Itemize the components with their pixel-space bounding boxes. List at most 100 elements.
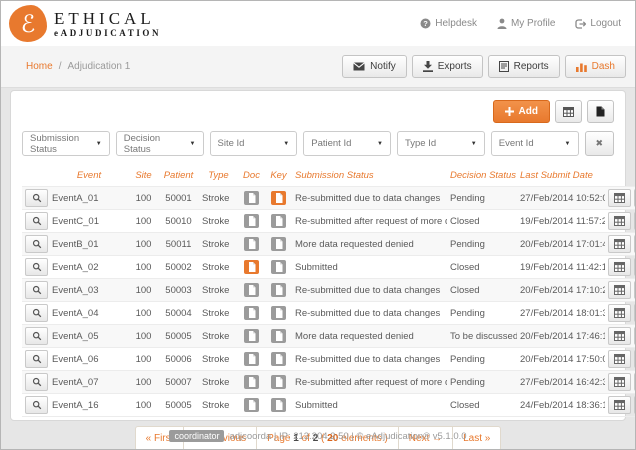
column-header-submission-status: Submission Status — [292, 166, 447, 187]
submission-status-cell: More data requested denied — [292, 324, 447, 348]
key-icon[interactable] — [271, 374, 286, 389]
view-event-button[interactable] — [25, 235, 48, 253]
exports-button[interactable]: Exports — [411, 55, 483, 78]
grid-icon — [614, 354, 625, 364]
breadcrumb-home-link[interactable]: Home — [26, 61, 53, 72]
view-event-button[interactable] — [25, 373, 48, 391]
add-button[interactable]: Add — [492, 100, 550, 123]
key-icon[interactable] — [271, 351, 286, 366]
event-details-button[interactable] — [608, 373, 631, 391]
event-details-button[interactable] — [608, 235, 631, 253]
view-event-button[interactable] — [25, 304, 48, 322]
header-link-helpdesk[interactable]: ? Helpdesk — [420, 18, 477, 29]
page-icon — [275, 238, 283, 249]
key-icon[interactable] — [271, 397, 286, 412]
role-badge: coordinator — [169, 430, 225, 442]
event-cell: EventB_01 — [49, 232, 129, 256]
decision-status-cell: Pending — [447, 370, 517, 394]
event-details-button[interactable] — [608, 304, 631, 322]
doc-icon[interactable] — [244, 213, 259, 228]
last-submit-date-cell: 27/Feb/2014 18:01:38 — [517, 301, 605, 325]
filter-select-patient-id[interactable]: Patient Id ▼ — [303, 131, 391, 156]
page-icon — [248, 238, 256, 249]
event-details-button[interactable] — [608, 350, 631, 368]
event-cell: EventA_04 — [49, 301, 129, 325]
event-details-button[interactable] — [608, 396, 631, 414]
clear-filters-button[interactable]: ✖ — [584, 131, 615, 156]
type-cell: Stroke — [199, 186, 238, 210]
event-details-button[interactable] — [608, 212, 631, 230]
event-details-button[interactable] — [608, 281, 631, 299]
patient-cell: 50006 — [158, 347, 199, 371]
doc-icon[interactable] — [244, 190, 259, 205]
column-header-decision-status: Decision Status — [447, 166, 517, 187]
page-icon — [275, 330, 283, 341]
submission-status-cell: Re-submitted due to data changes — [292, 347, 447, 371]
toolbar: Notify Exports Reports Dash — [342, 55, 626, 78]
event-details-button[interactable] — [608, 327, 631, 345]
magnifier-icon — [32, 216, 42, 226]
type-cell: Stroke — [199, 324, 238, 348]
key-icon[interactable] — [271, 328, 286, 343]
event-details-button[interactable] — [608, 258, 631, 276]
site-cell: 100 — [129, 347, 158, 371]
grid-icon — [614, 377, 625, 387]
site-cell: 100 — [129, 324, 158, 348]
decision-status-cell: Closed — [447, 255, 517, 279]
filter-select-type-id[interactable]: Type Id ▼ — [397, 131, 485, 156]
filter-select-site-id[interactable]: Site Id ▼ — [209, 131, 298, 156]
view-event-button[interactable] — [25, 396, 48, 414]
filter-label: Submission Status — [30, 132, 80, 155]
filter-select-submission-status[interactable]: Submission Status ▼ — [22, 131, 110, 156]
doc-icon[interactable] — [244, 328, 259, 343]
doc-icon[interactable] — [244, 305, 259, 320]
key-icon[interactable] — [271, 236, 286, 251]
filter-select-event-id[interactable]: Event Id ▼ — [490, 131, 579, 156]
magnifier-icon — [32, 400, 42, 410]
page-icon — [275, 192, 283, 203]
key-icon[interactable] — [271, 213, 286, 228]
doc-icon[interactable] — [244, 397, 259, 412]
file-export-button[interactable] — [587, 100, 614, 123]
file-icon — [596, 106, 605, 117]
dash-button[interactable]: Dash — [564, 55, 626, 78]
filter-label: Decision Status — [123, 132, 161, 155]
notify-button[interactable]: Notify — [342, 55, 407, 78]
filter-select-decision-status[interactable]: Decision Status ▼ — [115, 131, 204, 156]
view-event-button[interactable] — [25, 281, 48, 299]
header-link-my-profile[interactable]: My Profile — [497, 18, 555, 29]
key-icon[interactable] — [271, 190, 286, 205]
patient-cell: 50003 — [158, 278, 199, 302]
reports-button[interactable]: Reports — [487, 55, 560, 78]
header-link-logout[interactable]: Logout — [575, 18, 621, 29]
view-event-button[interactable] — [25, 189, 48, 207]
event-details-button[interactable] — [608, 189, 631, 207]
table-header-row: Event Site Patient Type Doc Key Submission Sta… — [22, 166, 635, 187]
column-header-patient: Patient — [158, 166, 199, 187]
chevron-down-icon: ▼ — [470, 140, 477, 147]
view-event-button[interactable] — [25, 258, 48, 276]
page-icon — [248, 307, 256, 318]
doc-icon[interactable] — [244, 351, 259, 366]
grid-view-button[interactable] — [555, 100, 582, 123]
breadcrumb-separator: / — [58, 61, 62, 72]
column-header-event: Event — [49, 166, 129, 187]
submission-status-cell: More data requested denied — [292, 232, 447, 256]
view-event-button[interactable] — [25, 327, 48, 345]
key-icon[interactable] — [271, 282, 286, 297]
view-event-button[interactable] — [25, 212, 48, 230]
key-icon[interactable] — [271, 305, 286, 320]
key-icon[interactable] — [271, 259, 286, 274]
download-icon — [422, 61, 433, 72]
app-window: ℰ ETHICAL eADJUDICATION ? Helpdesk My Prof… — [0, 0, 636, 450]
page-icon — [248, 353, 256, 364]
event-cell: EventC_01 — [49, 209, 129, 233]
magnifier-icon — [32, 285, 42, 295]
doc-icon[interactable] — [244, 374, 259, 389]
helpdesk-icon: ? — [420, 18, 431, 29]
doc-icon[interactable] — [244, 259, 259, 274]
patient-cell: 50010 — [158, 209, 199, 233]
doc-icon[interactable] — [244, 282, 259, 297]
doc-icon[interactable] — [244, 236, 259, 251]
view-event-button[interactable] — [25, 350, 48, 368]
